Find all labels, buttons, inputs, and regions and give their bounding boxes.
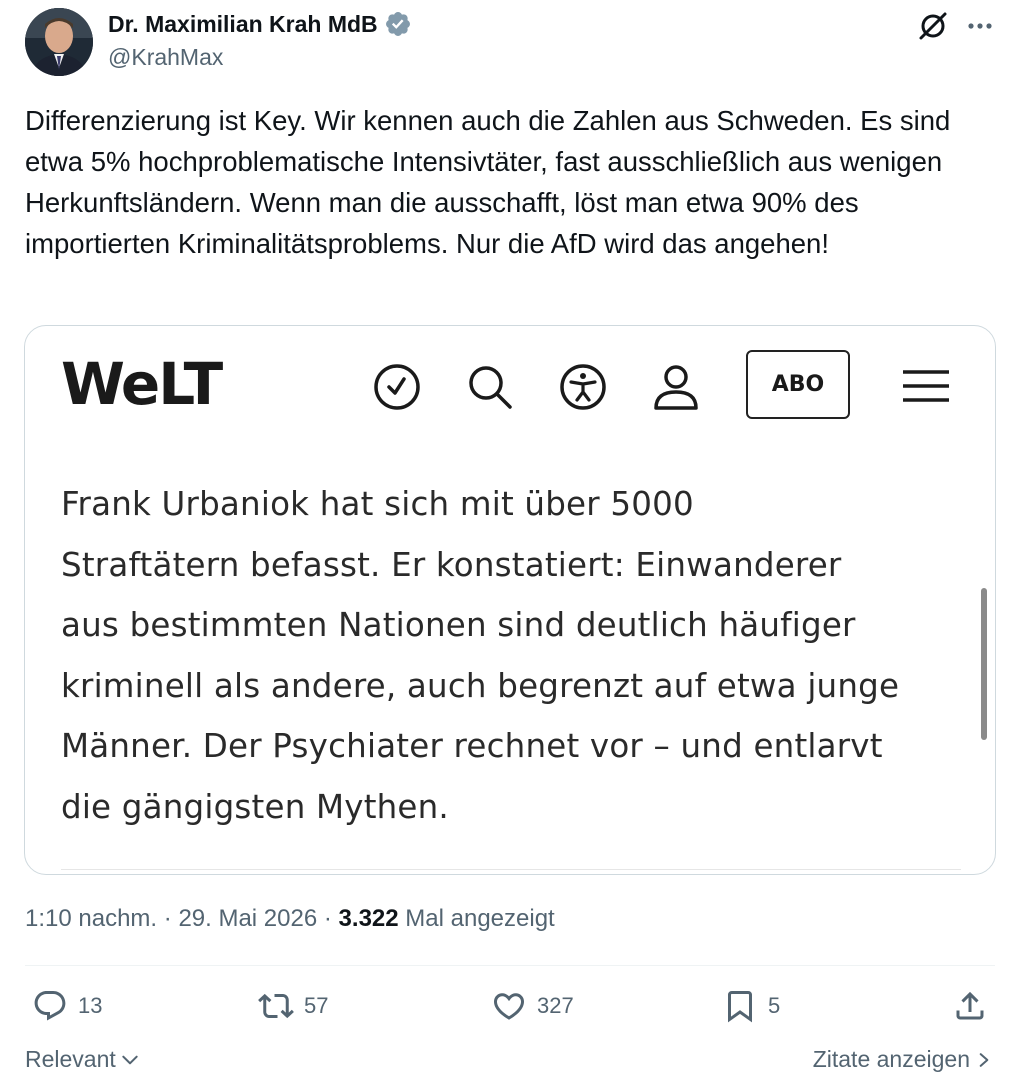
sort-label: Relevant: [25, 1046, 116, 1072]
tweet-date[interactable]: 29. Mai 2026: [178, 905, 317, 932]
menu-icon: [903, 370, 949, 402]
abo-button: ABO: [746, 350, 850, 419]
avatar-image: [25, 8, 93, 76]
bookmark-icon: [728, 991, 752, 1023]
divider: [25, 965, 995, 966]
avatar[interactable]: [25, 8, 93, 76]
author-name-row[interactable]: Dr. Maximilian Krah MdB: [108, 10, 412, 38]
tweet-meta: 1:10 nachm. · 29. Mai 2026 · 3.322 Mal a…: [25, 905, 555, 933]
views-count: 3.322: [338, 905, 399, 932]
like-button[interactable]: 327: [491, 988, 574, 1024]
reply-count: 13: [78, 993, 103, 1018]
more-options-icon[interactable]: [964, 10, 996, 42]
reply-icon: [34, 991, 66, 1021]
share-icon: [956, 991, 984, 1020]
tweet-time[interactable]: 1:10 nachm.: [25, 905, 157, 932]
meta-separator: ·: [163, 905, 172, 932]
sort-replies-dropdown[interactable]: Relevant: [25, 1046, 140, 1073]
tweet-text: Differenzierung ist Key. Wir kennen auch…: [25, 105, 958, 259]
verified-badge-icon[interactable]: [384, 10, 412, 38]
author-display-name[interactable]: Dr. Maximilian Krah MdB: [108, 11, 378, 38]
reply-button[interactable]: 13: [32, 988, 102, 1024]
bookmark-button[interactable]: 5: [722, 988, 780, 1024]
welt-logo: WeLT: [61, 350, 223, 418]
article-teaser-text: Frank Urbaniok hat sich mit über 5000 St…: [61, 485, 900, 826]
accessibility-icon: [560, 364, 606, 410]
quotes-label: Zitate anzeigen: [812, 1046, 970, 1072]
views-label: Mal angezeigt: [405, 905, 555, 932]
meta-separator: ·: [323, 905, 332, 932]
bookmark-count: 5: [768, 993, 781, 1018]
view-quotes-link[interactable]: Zitate anzeigen: [813, 1046, 992, 1073]
repost-icon: [258, 993, 294, 1019]
share-button[interactable]: [952, 988, 988, 1024]
repost-count: 57: [304, 993, 329, 1018]
repost-button[interactable]: 57: [258, 988, 328, 1024]
chevron-right-icon: [979, 1052, 989, 1067]
scrollbar: [981, 588, 987, 740]
author-handle[interactable]: @KrahMax: [108, 44, 223, 71]
search-icon: [469, 366, 512, 409]
grok-icon[interactable]: [917, 10, 949, 42]
media-divider: [61, 869, 961, 870]
clock-icon: [374, 364, 420, 410]
tweet-media-image[interactable]: WeLT ABO Frank Urbaniok hat sich mit übe…: [24, 325, 996, 875]
heart-icon: [493, 993, 525, 1020]
like-count: 327: [537, 993, 574, 1018]
chevron-down-icon: [122, 1055, 138, 1064]
user-icon: [654, 365, 698, 410]
